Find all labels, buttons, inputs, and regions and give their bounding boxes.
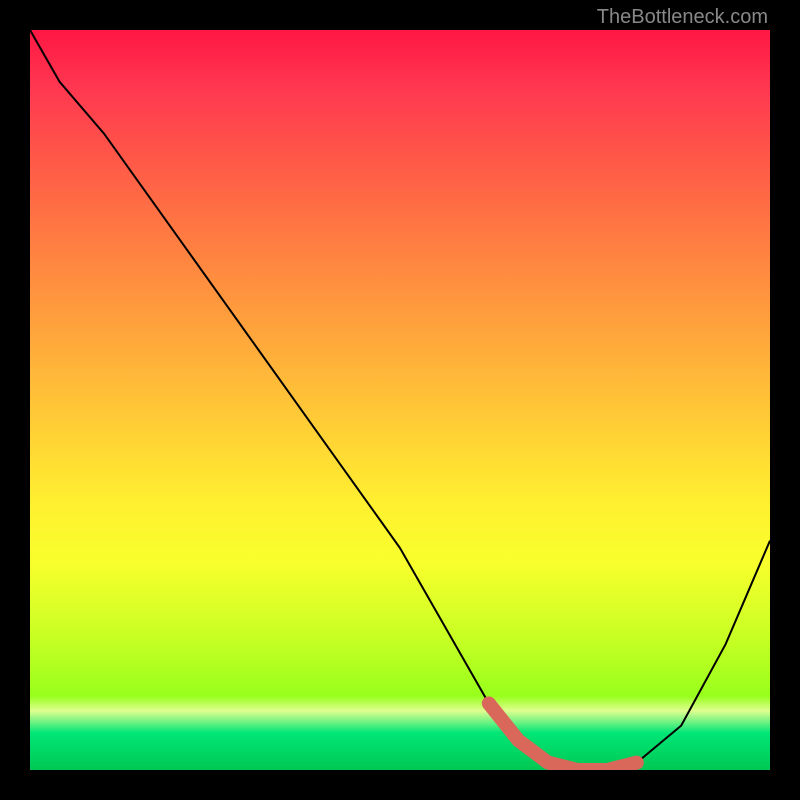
- chart-area: [30, 30, 770, 770]
- gradient-background: [30, 30, 770, 770]
- watermark-text: TheBottleneck.com: [597, 6, 768, 29]
